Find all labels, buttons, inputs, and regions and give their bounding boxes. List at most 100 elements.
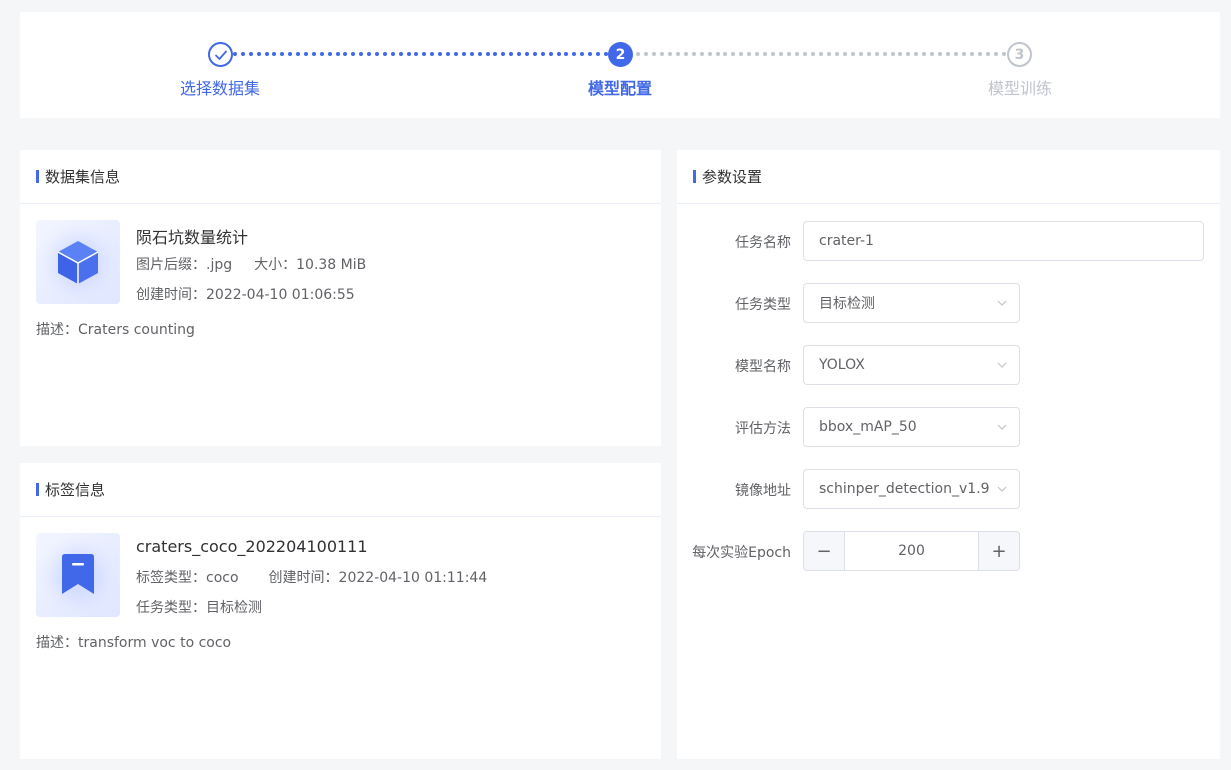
connector-dot	[874, 52, 879, 56]
connector-dot	[517, 52, 522, 56]
connector-dot	[651, 52, 656, 56]
bookmark-icon	[62, 554, 94, 594]
connector-dot	[731, 52, 736, 56]
header-accent-bar	[36, 483, 39, 496]
connector-dot	[240, 52, 245, 56]
epoch-label: 每次实验Epoch	[692, 545, 791, 561]
connector-dot	[556, 52, 561, 56]
connector-dot	[580, 52, 585, 56]
connector-dot	[771, 52, 776, 56]
connector-dot	[438, 52, 443, 56]
image-address-select[interactable]: schinper_detection_v1.9	[803, 469, 1020, 509]
connector-dot	[922, 52, 927, 56]
connector-dot	[572, 52, 577, 56]
connector-dot	[296, 52, 301, 56]
connector-dot	[351, 52, 356, 56]
epoch-decrease-button[interactable]: −	[804, 532, 845, 570]
label-task-type: 任务类型：目标检测	[136, 600, 262, 616]
label-info-header: 标签信息	[20, 463, 661, 517]
step-2-circle: 2	[608, 42, 633, 67]
connector-dot	[335, 52, 340, 56]
connector-dot	[398, 52, 403, 56]
connector-dot	[453, 52, 458, 56]
connector-dot	[461, 52, 466, 56]
connector-dot	[280, 52, 285, 56]
label-info-card: 标签信息 craters_coco_202204100111 标签类型：coco…	[20, 463, 661, 759]
step-1-label[interactable]: 选择数据集	[150, 75, 290, 99]
connector-dot	[548, 52, 553, 56]
connector-dot	[739, 52, 744, 56]
chevron-down-icon	[997, 424, 1007, 430]
dataset-suffix-size: 图片后缀：.jpg 大小：10.38 MiB	[136, 257, 367, 273]
connector-dot	[1001, 52, 1006, 56]
connector-dot	[946, 52, 951, 56]
connector-dot	[264, 52, 269, 56]
connector-dot	[930, 52, 935, 56]
connector-dot	[564, 52, 569, 56]
dataset-name: 陨石坑数量统计	[136, 228, 249, 247]
connector-dot	[938, 52, 943, 56]
connector-dot	[675, 52, 680, 56]
connector-dot	[882, 52, 887, 56]
connector-dot	[272, 52, 277, 56]
connector-dot	[826, 52, 831, 56]
connector-dot	[288, 52, 293, 56]
header-accent-bar	[36, 170, 39, 183]
label-name: craters_coco_202204100111	[136, 537, 368, 556]
task-name-input[interactable]: crater-1	[803, 221, 1204, 261]
connector-dot	[540, 52, 545, 56]
label-info-title: 标签信息	[45, 481, 106, 499]
connector-dot	[343, 52, 348, 56]
step-3-circle: 3	[1007, 42, 1032, 67]
dataset-description: 描述：Craters counting	[36, 322, 195, 338]
steps-panel: 选择数据集 2 模型配置 3 模型训练	[20, 12, 1220, 118]
connector-dot	[985, 52, 990, 56]
connector-dot	[422, 52, 427, 56]
connector-dot	[485, 52, 490, 56]
connector-dot	[898, 52, 903, 56]
eval-method-select[interactable]: bbox_mAP_50	[803, 407, 1020, 447]
task-type-label: 任务类型	[735, 297, 791, 313]
connector-dot	[367, 52, 372, 56]
epoch-stepper[interactable]: − 200 +	[803, 531, 1020, 571]
chevron-down-icon	[997, 362, 1007, 368]
epoch-value[interactable]: 200	[845, 532, 978, 570]
connector-dot	[818, 52, 823, 56]
connector-dot	[683, 52, 688, 56]
label-description: 描述：transform voc to coco	[36, 635, 232, 651]
connector-dot	[866, 52, 871, 56]
label-type-created: 标签类型：coco 创建时间：2022-04-10 01:11:44	[136, 570, 488, 586]
connector-dot	[414, 52, 419, 56]
eval-method-label: 评估方法	[735, 421, 791, 437]
connector-dot	[588, 52, 593, 56]
step-connector-pending	[636, 52, 1006, 56]
connector-dot	[755, 52, 760, 56]
connector-dot	[723, 52, 728, 56]
connector-dot	[595, 52, 600, 56]
image-address-label: 镜像地址	[735, 483, 791, 499]
connector-dot	[890, 52, 895, 56]
connector-dot	[779, 52, 784, 56]
dataset-created: 创建时间：2022-04-10 01:06:55	[136, 287, 355, 303]
epoch-increase-button[interactable]: +	[978, 532, 1019, 570]
connector-dot	[406, 52, 411, 56]
connector-dot	[977, 52, 982, 56]
model-name-select[interactable]: YOLOX	[803, 345, 1020, 385]
step-3-label[interactable]: 模型训练	[950, 75, 1090, 99]
connector-dot	[763, 52, 768, 56]
connector-dot	[795, 52, 800, 56]
model-name-label: 模型名称	[735, 359, 791, 375]
connector-dot	[319, 52, 324, 56]
connector-dot	[524, 52, 529, 56]
step-1-check-icon	[208, 42, 233, 67]
task-type-select[interactable]: 目标检测	[803, 283, 1020, 323]
connector-dot	[659, 52, 664, 56]
connector-dot	[469, 52, 474, 56]
connector-dot	[954, 52, 959, 56]
connector-dot	[707, 52, 712, 56]
connector-dot	[962, 52, 967, 56]
connector-dot	[643, 52, 648, 56]
params-card: 参数设置 任务名称 crater-1 任务类型 目标检测 模型名称 YOLOX …	[677, 150, 1220, 759]
step-2-label[interactable]: 模型配置	[550, 75, 690, 99]
connector-dot	[747, 52, 752, 56]
